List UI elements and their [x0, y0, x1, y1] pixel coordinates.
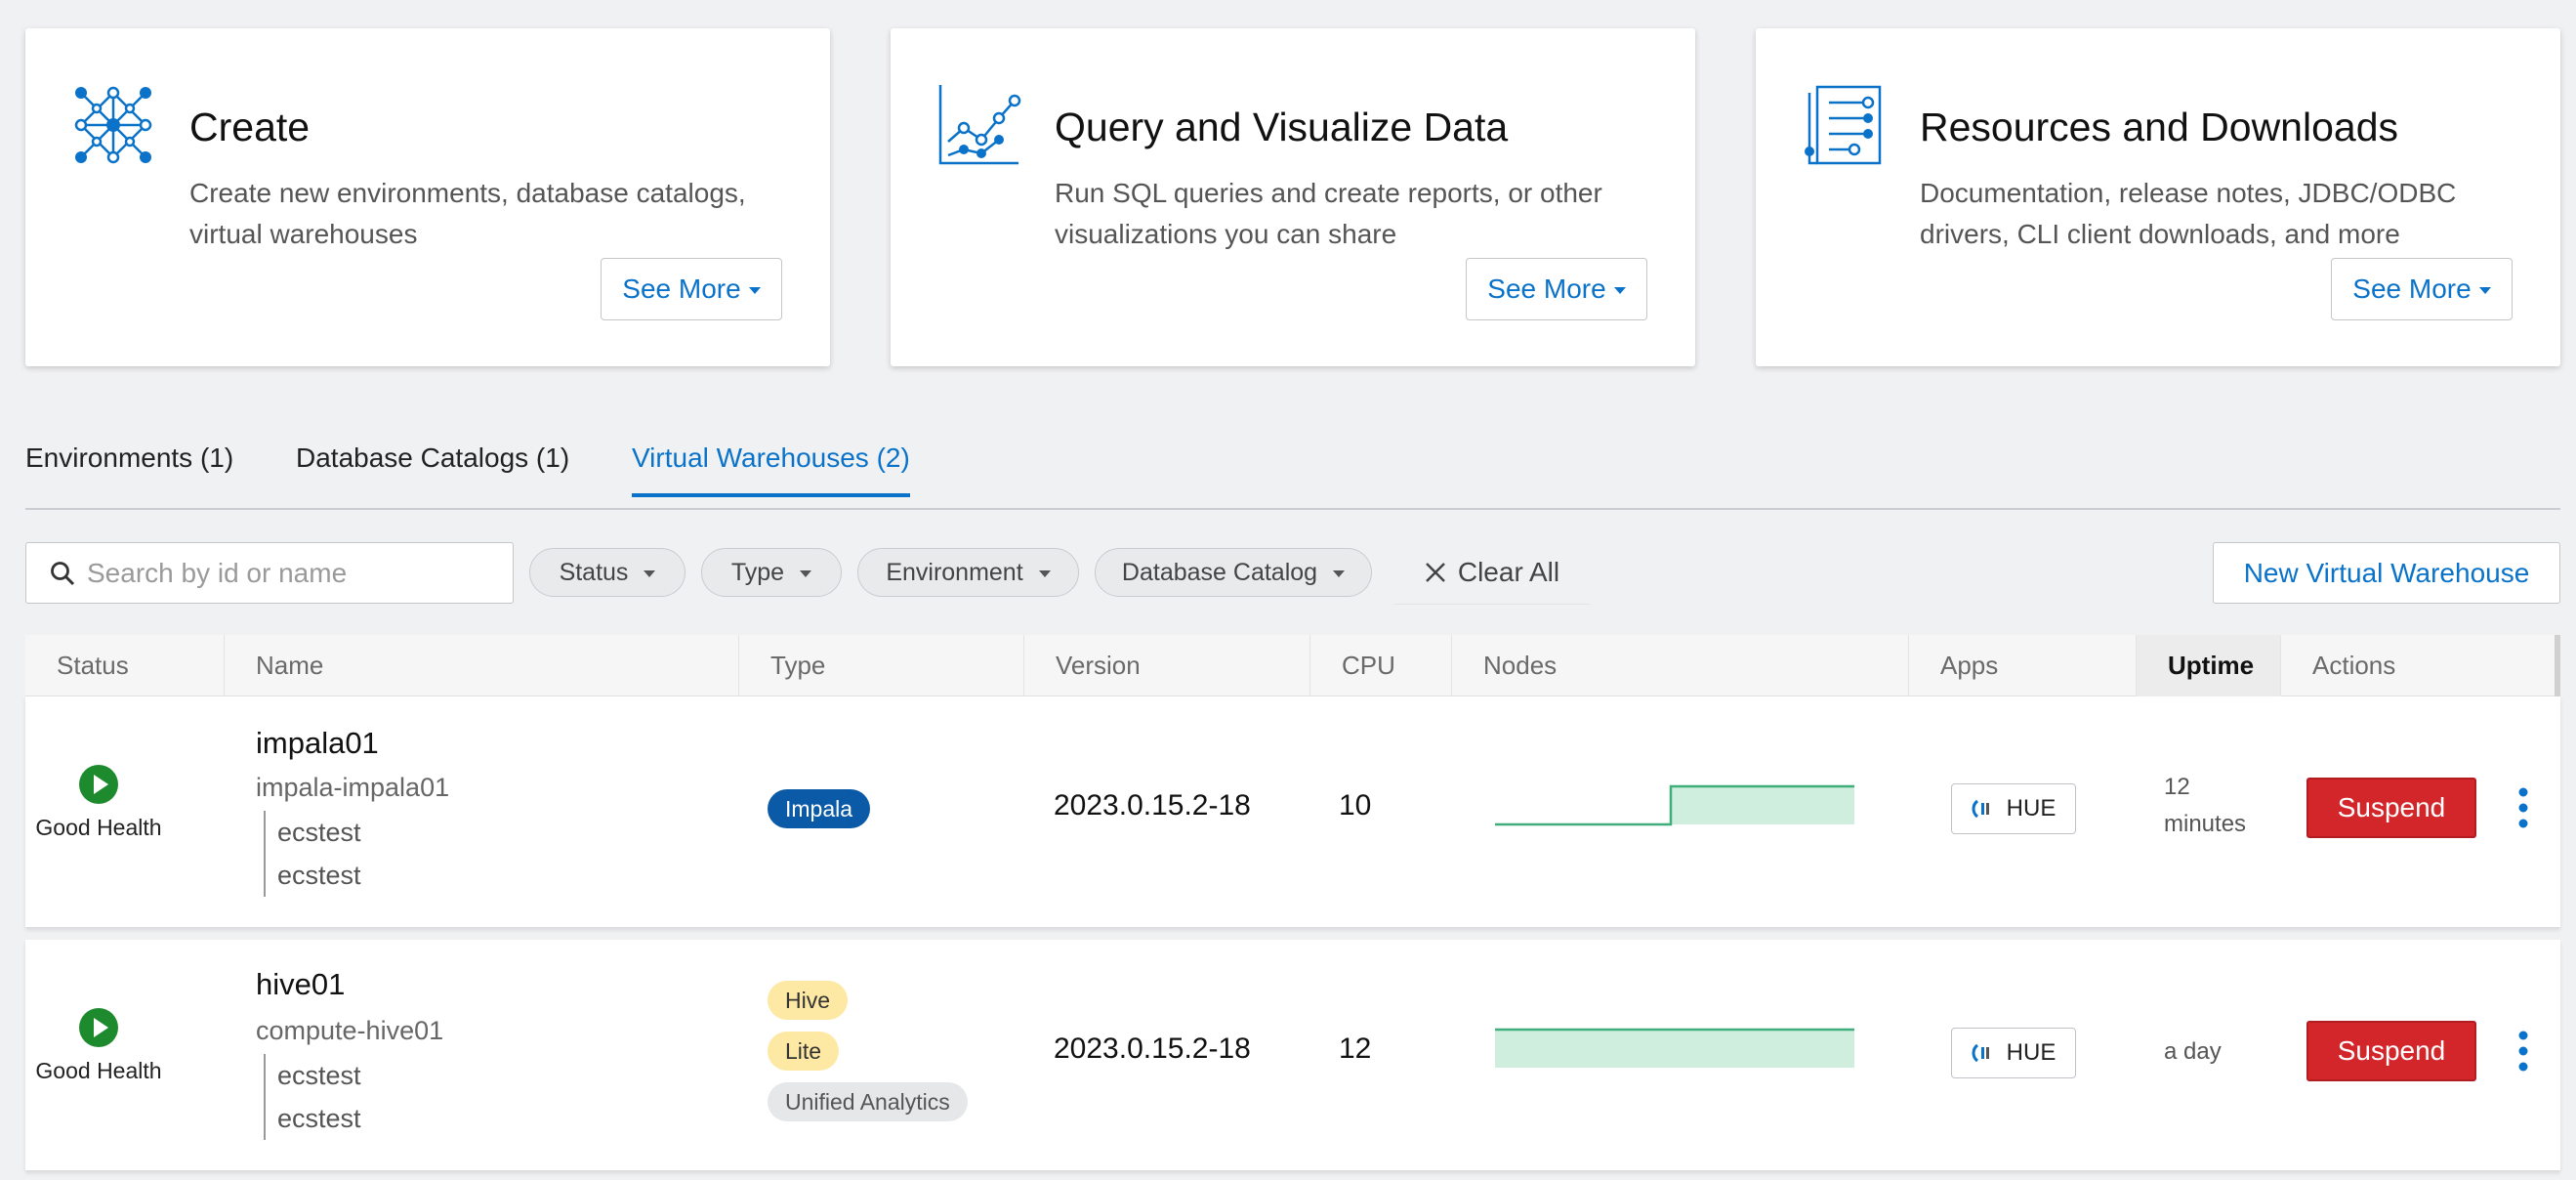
uptime-value: 12 minutes [2164, 769, 2246, 843]
warehouse-name[interactable]: hive01 [256, 967, 345, 1002]
caret-down-icon [1038, 570, 1051, 577]
kebab-menu-icon[interactable] [2515, 1030, 2531, 1073]
table-row[interactable]: Good Health impala01 impala-impala01 ecs… [25, 696, 2560, 927]
table-row[interactable]: Good Health hive01 compute-hive01 ecstes… [25, 940, 2560, 1170]
kebab-menu-icon[interactable] [2515, 786, 2531, 829]
column-header-version[interactable]: Version [1023, 635, 1309, 696]
uptime-line-1: 12 [2164, 774, 2190, 800]
tab-environments[interactable]: Environments (1) [25, 442, 233, 495]
type-filter[interactable]: Type [701, 548, 842, 597]
column-header-uptime[interactable]: Uptime [2136, 635, 2280, 696]
caret-down-icon [748, 287, 761, 294]
warehouse-id: compute-hive01 [256, 1016, 444, 1045]
health-status: Good Health [25, 1007, 172, 1084]
environment-filter-label: Environment [886, 558, 1023, 586]
see-more-label: See More [622, 274, 741, 304]
type-filter-label: Type [730, 558, 785, 586]
document-list-icon [1805, 85, 1882, 165]
card-title: Resources and Downloads [1920, 105, 2398, 149]
card-create: Create Create new environments, database… [25, 28, 830, 366]
status-filter-label: Status [559, 558, 629, 586]
see-more-button[interactable]: See More [601, 258, 782, 320]
warehouse-hierarchy: ecstest ecstest [264, 1054, 361, 1140]
see-more-label: See More [1487, 274, 1606, 304]
warehouse-name[interactable]: impala01 [256, 726, 379, 761]
type-badge-unified-analytics: Unified Analytics [768, 1082, 968, 1121]
column-header-cpu[interactable]: CPU [1309, 635, 1451, 696]
search-icon [51, 561, 75, 585]
table-header: Status Name Type Version CPU Nodes Apps … [25, 635, 2560, 696]
clear-all-button[interactable]: Clear All [1394, 540, 1590, 605]
warehouse-hierarchy: ecstest ecstest [264, 811, 361, 897]
column-header-nodes[interactable]: Nodes [1451, 635, 1908, 696]
column-header-type[interactable]: Type [738, 635, 1023, 696]
caret-down-icon [644, 570, 656, 577]
nodes-sparkline [1495, 1028, 1854, 1068]
health-label: Good Health [35, 1058, 162, 1083]
suspend-button[interactable]: Suspend [2306, 778, 2476, 838]
see-more-label: See More [2352, 274, 2472, 304]
column-header-apps[interactable]: Apps [1908, 635, 2136, 696]
database-catalog-filter[interactable]: Database Catalog [1095, 548, 1372, 597]
line-chart-icon [938, 85, 1021, 165]
tab-bar: Environments (1) Database Catalogs (1) V… [25, 435, 2560, 510]
cpu-value: 12 [1339, 1032, 1372, 1065]
play-circle-icon [79, 1008, 118, 1047]
card-query-visualize: Query and Visualize Data Run SQL queries… [891, 28, 1695, 366]
column-header-actions: Actions [2280, 635, 2555, 696]
card-title: Query and Visualize Data [1055, 105, 1509, 149]
play-circle-icon [79, 765, 118, 804]
network-nodes-icon [74, 86, 152, 164]
status-filter[interactable]: Status [529, 548, 686, 597]
hue-app-button[interactable]: HUE [1951, 1028, 2076, 1078]
caret-down-icon [2478, 287, 2491, 294]
clear-all-label: Clear All [1457, 556, 1560, 587]
catalog-name: ecstest [277, 1104, 361, 1133]
health-status: Good Health [25, 764, 172, 841]
uptime-line-2: minutes [2164, 811, 2247, 837]
card-description: Create new environments, database catalo… [189, 178, 746, 249]
uptime-line-1: a day [2164, 1038, 2222, 1065]
hue-label: HUE [2006, 795, 2057, 822]
hue-logo-icon [1972, 1043, 1989, 1063]
card-description: Run SQL queries and create reports, or o… [1055, 178, 1602, 249]
hue-app-button[interactable]: HUE [1951, 783, 2076, 834]
catalog-name: ecstest [277, 861, 361, 890]
header-scroll-edge [2555, 635, 2560, 696]
caret-down-icon [1613, 287, 1626, 294]
database-catalog-filter-label: Database Catalog [1121, 558, 1318, 586]
search-box [25, 542, 514, 604]
suspend-button[interactable]: Suspend [2306, 1021, 2476, 1081]
uptime-value: a day [2164, 1033, 2222, 1071]
nodes-sparkline [1495, 784, 1854, 826]
column-header-name[interactable]: Name [224, 635, 738, 696]
hue-label: HUE [2006, 1039, 2057, 1066]
cpu-value: 10 [1339, 789, 1372, 822]
see-more-button[interactable]: See More [2331, 258, 2513, 320]
environment-filter[interactable]: Environment [857, 548, 1079, 597]
card-resources-downloads: Resources and Downloads Documentation, r… [1756, 28, 2560, 366]
warehouse-id: impala-impala01 [256, 773, 450, 802]
hue-logo-icon [1972, 799, 1989, 819]
type-badge-impala: Impala [768, 789, 871, 828]
type-badge-hive: Hive [768, 981, 849, 1020]
caret-down-icon [1333, 570, 1346, 577]
new-virtual-warehouse-button[interactable]: New Virtual Warehouse [2213, 542, 2560, 604]
column-header-status[interactable]: Status [25, 635, 224, 696]
card-description: Documentation, release notes, JDBC/ODBC … [1920, 178, 2457, 249]
health-label: Good Health [35, 815, 162, 840]
environment-name: ecstest [277, 818, 361, 847]
tab-virtual-warehouses[interactable]: Virtual Warehouses (2) [632, 442, 910, 497]
search-input[interactable] [87, 557, 497, 589]
card-title: Create [189, 105, 311, 149]
caret-down-icon [800, 570, 812, 577]
version-value: 2023.0.15.2-18 [1054, 789, 1251, 822]
tab-database-catalogs[interactable]: Database Catalogs (1) [296, 442, 569, 495]
close-icon [1425, 562, 1445, 582]
see-more-button[interactable]: See More [1466, 258, 1647, 320]
type-badge-lite: Lite [768, 1032, 840, 1071]
version-value: 2023.0.15.2-18 [1054, 1032, 1251, 1065]
environment-name: ecstest [277, 1061, 361, 1090]
